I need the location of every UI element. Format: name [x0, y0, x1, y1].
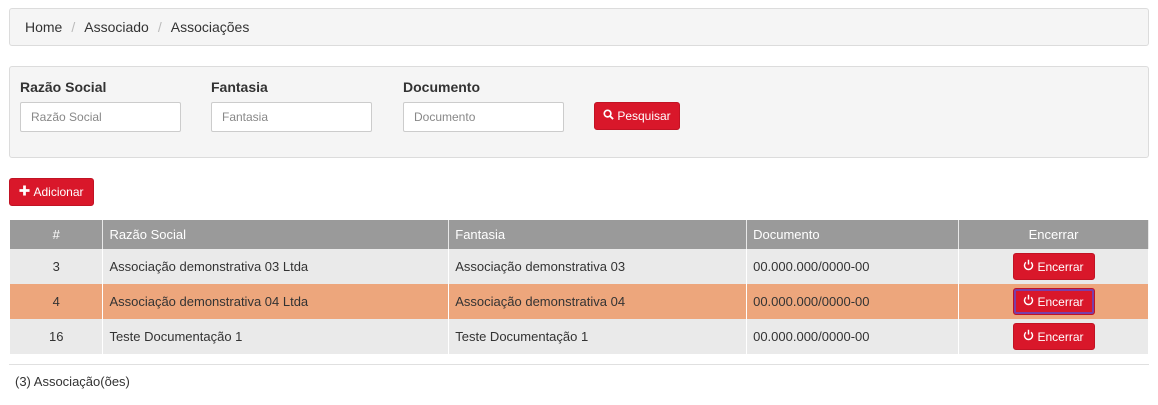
plus-icon — [19, 185, 31, 199]
cell-documento: 00.000.000/0000-00 — [746, 249, 960, 284]
cell-fantasia: Teste Documentação 1 — [448, 319, 748, 354]
breadcrumb-separator: / — [71, 19, 76, 35]
documento-label: Documento — [403, 79, 480, 95]
breadcrumb: Home / Associado / Associações — [9, 8, 1149, 46]
table-row[interactable]: 16 Teste Documentação 1 Teste Documentaç… — [10, 319, 1149, 354]
encerrar-button-label: Encerrar — [1037, 329, 1084, 344]
razao-label: Razão Social — [20, 79, 107, 95]
column-header-encerrar: Encerrar — [958, 220, 1149, 249]
table-row[interactable]: 3 Associação demonstrativa 03 Ltda Assoc… — [10, 249, 1149, 284]
cell-fantasia: Associação demonstrativa 04 — [448, 284, 748, 319]
cell-id: 16 — [10, 319, 104, 354]
power-icon — [1023, 259, 1034, 274]
encerrar-button[interactable]: Encerrar — [1012, 288, 1095, 315]
fantasia-input[interactable] — [211, 102, 372, 132]
table-header-row: # Razão Social Fantasia Documento Encerr… — [10, 220, 1149, 249]
table-row[interactable]: 4 Associação demonstrativa 04 Ltda Assoc… — [10, 284, 1149, 319]
power-icon — [1023, 294, 1034, 309]
search-button[interactable]: Pesquisar — [594, 102, 680, 130]
breadcrumb-associacoes: Associações — [170, 19, 250, 35]
breadcrumb-home[interactable]: Home — [25, 19, 62, 35]
column-header-fantasia[interactable]: Fantasia — [448, 220, 748, 249]
razao-filter-group: Razão Social — [20, 79, 181, 132]
cell-action: Encerrar — [958, 249, 1149, 284]
cell-razao: Associação demonstrativa 03 Ltda — [102, 249, 450, 284]
cell-id: 3 — [10, 249, 104, 284]
cell-action: Encerrar — [958, 319, 1149, 354]
cell-action: Encerrar — [958, 284, 1149, 319]
search-icon — [603, 109, 615, 123]
power-icon — [1023, 329, 1034, 344]
column-header-razao[interactable]: Razão Social — [102, 220, 450, 249]
razao-input[interactable] — [20, 102, 181, 132]
encerrar-button[interactable]: Encerrar — [1012, 323, 1095, 350]
associations-table: # Razão Social Fantasia Documento Encerr… — [10, 220, 1149, 354]
cell-documento: 00.000.000/0000-00 — [746, 319, 960, 354]
add-button-label: Adicionar — [33, 185, 84, 199]
encerrar-button[interactable]: Encerrar — [1012, 253, 1095, 280]
breadcrumb-associado[interactable]: Associado — [84, 19, 149, 35]
cell-documento: 00.000.000/0000-00 — [746, 284, 960, 319]
breadcrumb-separator: / — [157, 19, 162, 35]
fantasia-label: Fantasia — [211, 79, 268, 95]
cell-razao: Associação demonstrativa 04 Ltda — [102, 284, 450, 319]
column-header-id[interactable]: # — [10, 220, 104, 249]
encerrar-button-label: Encerrar — [1037, 259, 1084, 274]
record-count: (3) Associação(ões) — [15, 374, 130, 389]
filter-panel: Razão Social Fantasia Documento Pesquisa… — [9, 66, 1149, 158]
cell-id: 4 — [10, 284, 104, 319]
column-header-documento[interactable]: Documento — [746, 220, 960, 249]
documento-input[interactable] — [403, 102, 564, 132]
add-button[interactable]: Adicionar — [9, 178, 94, 206]
search-button-label: Pesquisar — [617, 109, 671, 123]
cell-fantasia: Associação demonstrativa 03 — [448, 249, 748, 284]
documento-filter-group: Documento — [403, 79, 564, 132]
encerrar-button-label: Encerrar — [1037, 294, 1084, 309]
divider — [9, 364, 1149, 365]
cell-razao: Teste Documentação 1 — [102, 319, 450, 354]
fantasia-filter-group: Fantasia — [211, 79, 372, 132]
